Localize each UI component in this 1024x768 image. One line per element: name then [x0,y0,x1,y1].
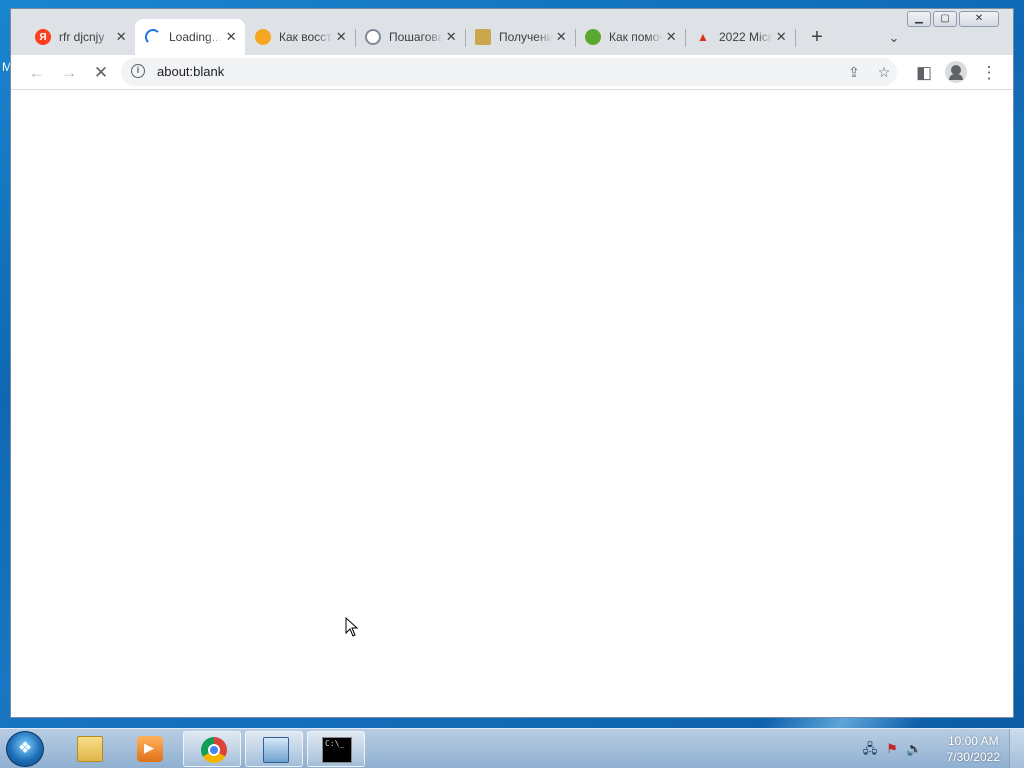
tab-3[interactable]: Как восстановить ✕ [245,19,355,55]
media-player-icon [137,736,163,762]
cmd-icon: C:\_ [322,737,352,763]
info-icon[interactable]: i [131,64,145,78]
profile-avatar-icon[interactable] [945,61,967,83]
green-site-icon [585,29,601,45]
tab-title: Получение [499,30,554,44]
tab-title: 2022 Microsoft [719,30,773,44]
taskbar-explorer[interactable] [60,731,118,767]
show-desktop-button[interactable] [1009,729,1024,768]
system-tray: 🖧 ⚑ 🔊 [862,741,922,757]
close-tab-icon[interactable]: ✕ [113,29,129,45]
minimize-button[interactable]: ▁ [907,11,931,27]
forward-button[interactable]: → [55,59,83,87]
close-tab-icon[interactable]: ✕ [443,29,459,45]
tab-search-button[interactable]: ⌄ [883,27,905,49]
chrome-icon [201,737,227,763]
network-icon[interactable]: 🖧 [862,741,878,757]
folder-icon [77,736,103,762]
windows-taskbar: ❖ C:\_ 🖧 ⚑ 🔊 10:00 AM 7/30/2022 [0,728,1024,768]
side-panel-button[interactable]: ◧ [910,59,938,87]
volume-icon[interactable]: 🔊 [906,741,922,757]
taskbar-remote-desktop[interactable] [245,731,303,767]
orange-site-icon [255,29,271,45]
red-site-icon: ▲ [697,30,709,44]
tab-title: Как помочь [609,30,664,44]
tab-7[interactable]: ▲ 2022 Microsoft ✕ [685,19,795,55]
tab-separator [795,29,796,47]
clock-time: 10:00 AM [947,734,999,748]
clock-date: 7/30/2022 [946,750,1000,764]
page-content-blank[interactable] [11,90,1013,717]
window-controls: ▁ ▢ ✕ [905,11,999,27]
computer-site-icon [475,29,491,45]
tab-6[interactable]: Как помочь ✕ [575,19,685,55]
chrome-window: Я rfr djcnjy ✕ Loading... ✕ Как восстано… [10,8,1014,718]
chrome-menu-button[interactable]: ⋮ [975,59,1003,87]
back-button[interactable]: ← [23,59,51,87]
close-tab-icon[interactable]: ✕ [663,29,679,45]
taskbar-command-prompt[interactable]: C:\_ [307,731,365,767]
close-tab-icon[interactable]: ✕ [223,29,239,45]
close-tab-icon[interactable]: ✕ [333,29,349,45]
tab-4[interactable]: Пошаговая ✕ [355,19,465,55]
tab-title: rfr djcnjy [59,30,105,44]
share-icon[interactable]: ⇪ [843,61,865,83]
close-window-button[interactable]: ✕ [959,11,999,27]
start-button[interactable]: ❖ [6,731,44,767]
tab-title: Как восстановить [279,30,333,44]
yandex-icon: Я [35,29,51,45]
close-tab-icon[interactable]: ✕ [553,29,569,45]
tab-title: Loading... [169,30,222,44]
windows-logo-icon: ❖ [17,740,33,757]
remote-desktop-icon [263,737,289,763]
gear-site-icon [365,29,381,45]
tab-title: Пошаговая [389,30,444,44]
tab-5[interactable]: Получение ✕ [465,19,575,55]
address-bar[interactable]: i about:blank ⇪ ☆ [121,58,897,86]
new-tab-button[interactable]: + [805,26,829,50]
close-tab-icon[interactable]: ✕ [773,29,789,45]
browser-toolbar: ← → ✕ i about:blank ⇪ ☆ ◧ ⋮ [11,55,1013,90]
tab-2-active[interactable]: Loading... ✕ [135,19,245,55]
bookmark-star-icon[interactable]: ☆ [873,61,895,83]
stop-loading-button[interactable]: ✕ [87,59,115,87]
maximize-button[interactable]: ▢ [933,11,957,27]
taskbar-clock[interactable]: 10:00 AM 7/30/2022 [947,733,1000,765]
tab-strip: Я rfr djcnjy ✕ Loading... ✕ Как восстано… [11,9,1013,55]
loading-spinner-icon [145,29,161,45]
taskbar-chrome[interactable] [183,731,241,767]
url-text[interactable]: about:blank [157,64,224,79]
tab-1[interactable]: Я rfr djcnjy ✕ [25,19,135,55]
taskbar-media-player[interactable] [120,731,178,767]
action-center-flag-icon[interactable]: ⚑ [884,741,900,757]
